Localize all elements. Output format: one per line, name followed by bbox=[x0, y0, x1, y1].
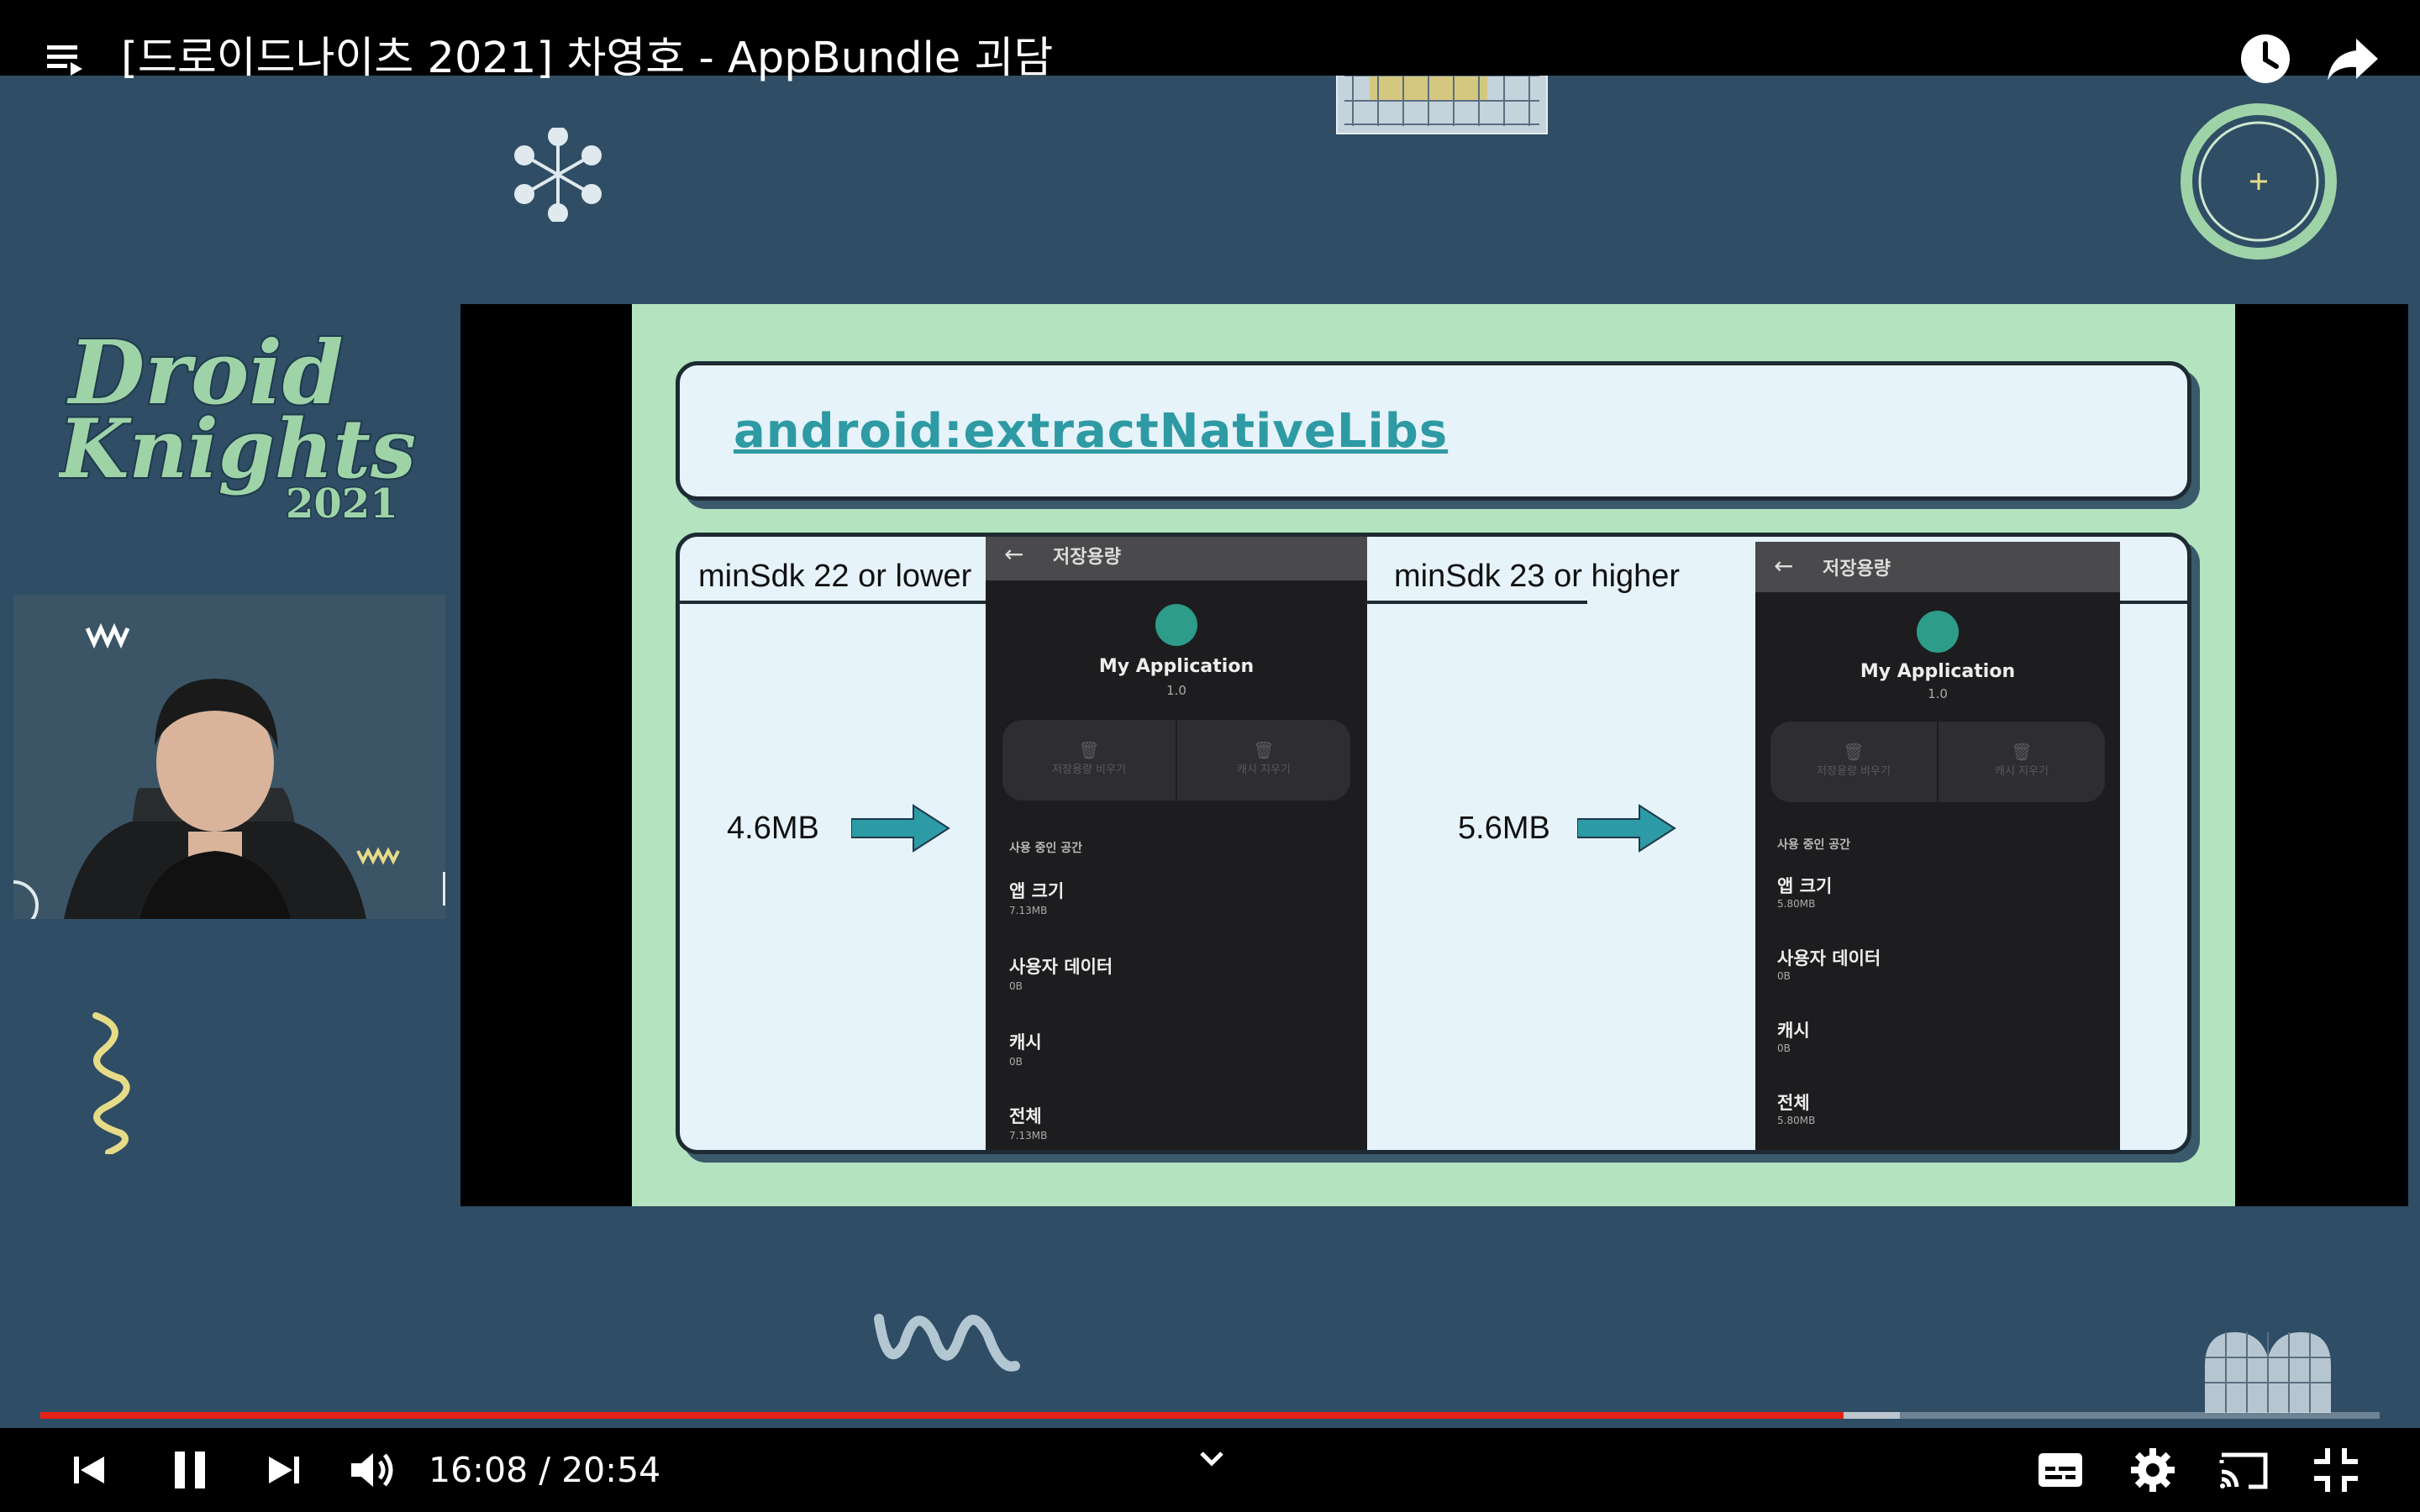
video-stage[interactable]: Droid Knights 2021 android:extractNative… bbox=[0, 0, 2420, 1512]
left-header-divider bbox=[680, 601, 987, 604]
ring-decoration bbox=[2181, 103, 2337, 260]
right-phone-screenshot: ← 저장용량 My Application 1.0 🗑 저장용량 비우기 🗑 캐… bbox=[1755, 542, 2120, 1150]
duration: 20:54 bbox=[561, 1450, 661, 1490]
exit-fullscreen-icon[interactable] bbox=[2309, 1443, 2363, 1497]
speaker-webcam bbox=[13, 595, 445, 919]
right-clear-storage-label: 저장용량 비우기 bbox=[1817, 765, 1891, 778]
trash-icon: 🗑 bbox=[2011, 742, 2033, 762]
left-item-label: 앱 크기 bbox=[1009, 881, 1065, 901]
played-bar bbox=[40, 1412, 1844, 1419]
presentation-slide: android:extractNativeLibs minSdk 22 or l… bbox=[632, 304, 2235, 1206]
left-arrow-icon bbox=[851, 804, 950, 853]
current-time: 16:08 bbox=[429, 1450, 529, 1490]
right-item-label: 캐시 bbox=[1777, 1021, 1810, 1041]
right-column-label: minSdk 23 or higher bbox=[1394, 559, 1681, 594]
right-section-label: 사용 중인 공간 bbox=[1777, 838, 1851, 852]
pause-icon[interactable] bbox=[163, 1443, 217, 1497]
right-item-value: 5.80MB bbox=[1777, 1115, 1816, 1126]
left-clear-storage-button: 🗑 저장용량 비우기 bbox=[1002, 720, 1177, 801]
left-phone-buttons: 🗑 저장용량 비우기 🗑 캐시 지우기 bbox=[1002, 720, 1350, 801]
right-item-label: 앱 크기 bbox=[1777, 876, 1833, 896]
right-phone-buttons: 🗑 저장용량 비우기 🗑 캐시 지우기 bbox=[1770, 722, 2105, 802]
right-item-value: 5.80MB bbox=[1777, 898, 1816, 910]
left-item-value: 7.13MB bbox=[1009, 905, 1048, 916]
trash-icon: 🗑 bbox=[1078, 740, 1100, 760]
arch-grid-decoration bbox=[2205, 1332, 2331, 1413]
right-header-divider bbox=[1365, 601, 1587, 604]
android-app-icon bbox=[1155, 604, 1197, 646]
left-clear-storage-label: 저장용량 비우기 bbox=[1052, 764, 1126, 776]
cast-icon[interactable] bbox=[2217, 1443, 2270, 1497]
left-phone-header: ← 저장용량 bbox=[986, 537, 1367, 580]
right-app-name: My Application bbox=[1860, 661, 2016, 682]
left-item-label: 사용자 데이터 bbox=[1009, 957, 1113, 977]
slide-title: android:extractNativeLibs bbox=[734, 404, 1449, 459]
snowflake-decoration bbox=[514, 128, 602, 222]
left-app-version: 1.0 bbox=[1166, 683, 1186, 698]
previous-icon[interactable] bbox=[62, 1443, 116, 1497]
slide-content-panel: minSdk 22 or lower 4.6MB ← 저장용량 My Appli… bbox=[676, 533, 2191, 1154]
right-arrow-icon bbox=[1577, 804, 1676, 853]
right-phone-header: ← 저장용량 bbox=[1755, 542, 2120, 592]
left-apk-size: 4.6MB bbox=[727, 811, 819, 846]
right-item-label: 전체 bbox=[1777, 1093, 1810, 1113]
chevron-down-icon[interactable] bbox=[1185, 1433, 1239, 1487]
right-clear-storage-button: 🗑 저장용량 비우기 bbox=[1770, 722, 1939, 802]
left-item-value: 0B bbox=[1009, 1056, 1023, 1068]
back-arrow-icon: ← bbox=[1774, 552, 1794, 580]
time-separator: / bbox=[539, 1450, 551, 1490]
left-phone-header-title: 저장용량 bbox=[1053, 547, 1121, 568]
android-app-icon bbox=[1917, 611, 1959, 653]
left-item-value: 7.13MB bbox=[1009, 1130, 1048, 1142]
seek-bar[interactable] bbox=[40, 1412, 2380, 1419]
right-app-version: 1.0 bbox=[1928, 686, 1948, 701]
left-section-label: 사용 중인 공간 bbox=[1009, 842, 1083, 855]
right-clear-cache-button: 🗑 캐시 지우기 bbox=[1939, 722, 2105, 802]
right-apk-size: 5.6MB bbox=[1458, 811, 1550, 846]
left-clear-cache-label: 캐시 지우기 bbox=[1237, 764, 1291, 776]
left-column-label: minSdk 22 or lower bbox=[698, 559, 972, 594]
player-controls: 16:08 / 20:54 bbox=[0, 1428, 2420, 1512]
subtitles-icon[interactable] bbox=[2033, 1443, 2087, 1497]
left-item-label: 캐시 bbox=[1009, 1032, 1042, 1053]
right-clear-cache-label: 캐시 지우기 bbox=[1995, 765, 2049, 778]
logo-year: 2021 bbox=[286, 480, 398, 528]
back-arrow-icon: ← bbox=[1004, 540, 1024, 568]
left-app-name: My Application bbox=[1098, 656, 1255, 677]
trash-icon: 🗑 bbox=[1843, 742, 1865, 762]
time-display: 16:08 / 20:54 bbox=[429, 1445, 660, 1495]
share-icon[interactable] bbox=[2326, 32, 2380, 86]
watch-later-icon[interactable] bbox=[2238, 32, 2292, 86]
right-item-label: 사용자 데이터 bbox=[1777, 948, 1881, 969]
right-item-value: 0B bbox=[1777, 1042, 1791, 1054]
right-item-value: 0B bbox=[1777, 970, 1791, 982]
left-item-value: 0B bbox=[1009, 980, 1023, 992]
video-title[interactable]: [드로이드나이츠 2021] 차영호 - AppBundle 괴담 bbox=[121, 29, 1053, 89]
right-phone-header-title: 저장용량 bbox=[1823, 559, 1891, 580]
squiggle-decoration bbox=[92, 1012, 130, 1154]
speaker-video-frame bbox=[13, 595, 445, 919]
left-clear-cache-button: 🗑 캐시 지우기 bbox=[1177, 720, 1350, 801]
slide-title-panel: android:extractNativeLibs bbox=[676, 361, 2191, 501]
settings-icon[interactable] bbox=[2126, 1443, 2180, 1497]
left-phone-screenshot: ← 저장용량 My Application 1.0 🗑 저장용량 비우기 🗑 캐… bbox=[986, 537, 1367, 1150]
droidknights-logo: Droid Knights 2021 bbox=[59, 319, 418, 529]
wave-decoration bbox=[874, 1314, 1020, 1372]
left-item-label: 전체 bbox=[1009, 1106, 1042, 1126]
next-icon[interactable] bbox=[257, 1443, 311, 1497]
volume-icon[interactable] bbox=[345, 1443, 398, 1497]
playlist-icon[interactable] bbox=[45, 40, 84, 79]
trash-icon: 🗑 bbox=[1253, 740, 1275, 760]
